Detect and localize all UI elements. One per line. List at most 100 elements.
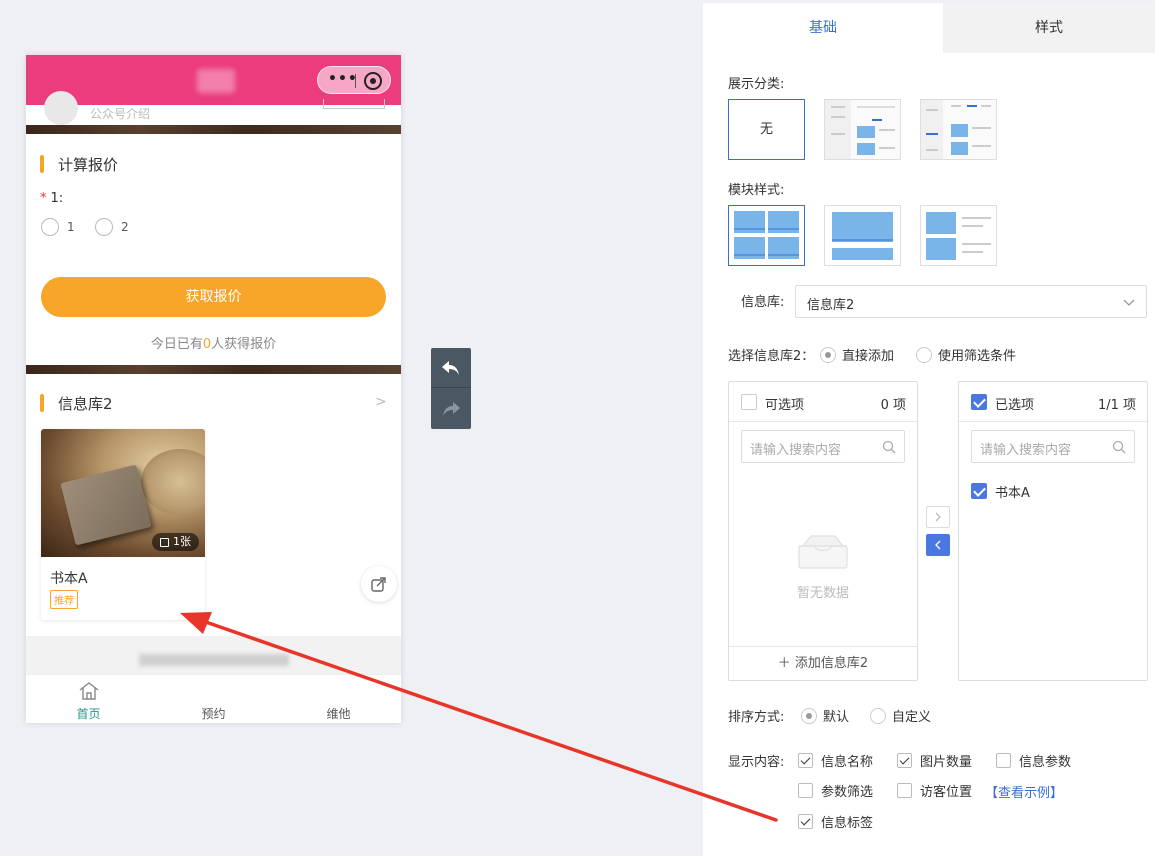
radio-direct-add[interactable]: 直接添加 (820, 345, 894, 364)
radio-filter[interactable]: 使用筛选条件 (916, 345, 1016, 364)
tab-label: 预约 (201, 707, 226, 721)
checkbox-image-count[interactable]: 图片数量 (897, 751, 972, 770)
sort-custom-label: 自定义 (892, 710, 932, 725)
checkbox-label: 信息参数 (1019, 755, 1072, 770)
radio-circle[interactable] (916, 346, 932, 363)
follow-button-partial[interactable] (323, 99, 385, 109)
checkbox-box[interactable] (897, 753, 912, 768)
search-placeholder: 请输入搜索内容 (750, 443, 842, 458)
category-none-text: 无 (759, 122, 773, 137)
checkbox-box[interactable] (798, 753, 813, 768)
chevron-right-icon[interactable]: > (375, 394, 387, 410)
miniprogram-header: ••• (26, 55, 401, 105)
undo-icon (442, 360, 459, 375)
checkbox-info-tag[interactable]: 信息标签 (798, 812, 873, 831)
redo-button[interactable] (431, 389, 471, 429)
move-right-button[interactable] (926, 506, 950, 528)
phone-preview: ••• 公众号介绍 计算报价 * 1: 1 2 获取报价 今日已有0人获得报价 信… (26, 55, 401, 723)
select-library-label: 选择信息库2： (728, 349, 815, 364)
checkbox-param-filter[interactable]: 参数筛选 (798, 781, 873, 800)
capsule-divider (355, 74, 356, 88)
transfer-header: 可选项 0 项 (729, 382, 917, 422)
close-target-icon[interactable] (364, 72, 382, 90)
profile-intro: 公众号介绍 (90, 107, 151, 121)
undo-button[interactable] (431, 348, 471, 388)
move-left-button[interactable] (926, 534, 950, 556)
radio-circle[interactable] (41, 218, 59, 236)
category-option-top-tabs[interactable] (920, 99, 997, 160)
checkbox-label: 图片数量 (920, 755, 973, 770)
radio-circle-on[interactable] (801, 707, 817, 724)
item-checkbox[interactable] (971, 483, 987, 499)
checkbox-box[interactable] (798, 783, 813, 798)
tab-home[interactable]: 首页 (26, 675, 151, 723)
search-input[interactable]: 请输入搜索内容 (741, 430, 905, 463)
library-select[interactable]: 信息库2 (795, 285, 1147, 318)
more-icon[interactable]: ••• (328, 71, 358, 87)
footer-strip (26, 636, 401, 674)
home-icon (79, 682, 99, 700)
tab-weita[interactable]: 维他 (276, 675, 401, 723)
wood-divider (26, 365, 401, 374)
checkbox-box[interactable] (897, 783, 912, 798)
chevron-down-icon (1123, 299, 1135, 306)
view-example-link[interactable]: 【查看示例】 (985, 782, 1063, 801)
radio-option-1[interactable]: 1 (41, 218, 75, 236)
checkbox-visitor-location[interactable]: 访客位置 (897, 781, 972, 800)
capsule-menu[interactable]: ••• (317, 66, 391, 94)
transfer-selected: 已选项 1/1 项 请输入搜索内容 书本A (958, 381, 1148, 681)
share-button[interactable] (361, 566, 397, 602)
info-card[interactable]: 1张 书本A 推荐 (41, 429, 205, 620)
layout-left-nav-icon (825, 100, 900, 159)
image-count-badge: 1张 (152, 533, 199, 551)
avatar (44, 91, 78, 125)
radio-sort-default[interactable]: 默认 (801, 706, 849, 725)
get-quote-button[interactable]: 获取报价 (41, 277, 386, 317)
display-category-label: 展示分类: (728, 77, 785, 92)
checkbox-label: 信息名称 (821, 755, 874, 770)
transfer-available: 可选项 0 项 请输入搜索内容 暂无数据 ＋ 添加信息库2 (728, 381, 918, 681)
selected-item[interactable]: 书本A (995, 482, 1030, 501)
select-all-checkbox[interactable] (971, 394, 987, 410)
transfer-header: 已选项 1/1 项 (959, 382, 1147, 422)
radio-label: 1 (67, 220, 75, 234)
field-label-text: 1: (50, 191, 64, 206)
chevron-left-icon (935, 540, 941, 550)
tab-booking[interactable]: 预约 (151, 675, 276, 723)
checkbox-box[interactable] (996, 753, 1011, 768)
quote-note-post: 人获得报价 (211, 337, 277, 352)
checkbox-info-name[interactable]: 信息名称 (798, 751, 873, 770)
radio-circle-on[interactable] (820, 346, 836, 363)
list-layout-icon (926, 212, 991, 260)
radio-circle[interactable] (870, 707, 886, 724)
add-library-button[interactable]: ＋ 添加信息库2 (729, 646, 917, 680)
select-all-checkbox[interactable] (741, 394, 757, 410)
search-input[interactable]: 请输入搜索内容 (971, 430, 1135, 463)
category-option-left-nav[interactable] (824, 99, 901, 160)
module-style-large[interactable] (824, 205, 901, 266)
checkbox-info-params[interactable]: 信息参数 (996, 751, 1071, 770)
tab-base[interactable]: 基础 (703, 3, 943, 53)
module-style-label: 模块样式: (728, 183, 785, 198)
category-option-none[interactable]: 无 (728, 99, 805, 160)
checkbox-box[interactable] (798, 814, 813, 829)
quote-note-pre: 今日已有 (150, 337, 203, 352)
module-style-grid[interactable] (728, 205, 805, 266)
radio-sort-custom[interactable]: 自定义 (870, 706, 931, 725)
section-title-quote: 计算报价 (40, 154, 118, 175)
checkbox-label: 参数筛选 (821, 785, 874, 800)
radio-option-2[interactable]: 2 (95, 218, 129, 236)
chevron-right-icon (935, 512, 941, 522)
checkbox-label: 访客位置 (920, 785, 973, 800)
tab-style[interactable]: 样式 (943, 3, 1155, 53)
transfer-title: 可选项 (765, 398, 805, 413)
search-icon (882, 440, 896, 454)
grid-layout-icon (734, 211, 799, 259)
radio-circle[interactable] (95, 218, 113, 236)
transfer-count: 0 项 (880, 398, 906, 413)
large-image-layout-icon (832, 212, 893, 260)
radio-direct-label: 直接添加 (842, 349, 895, 364)
module-style-list[interactable] (920, 205, 997, 266)
field-label: * 1: (40, 191, 63, 206)
checkbox-label: 信息标签 (821, 816, 874, 831)
